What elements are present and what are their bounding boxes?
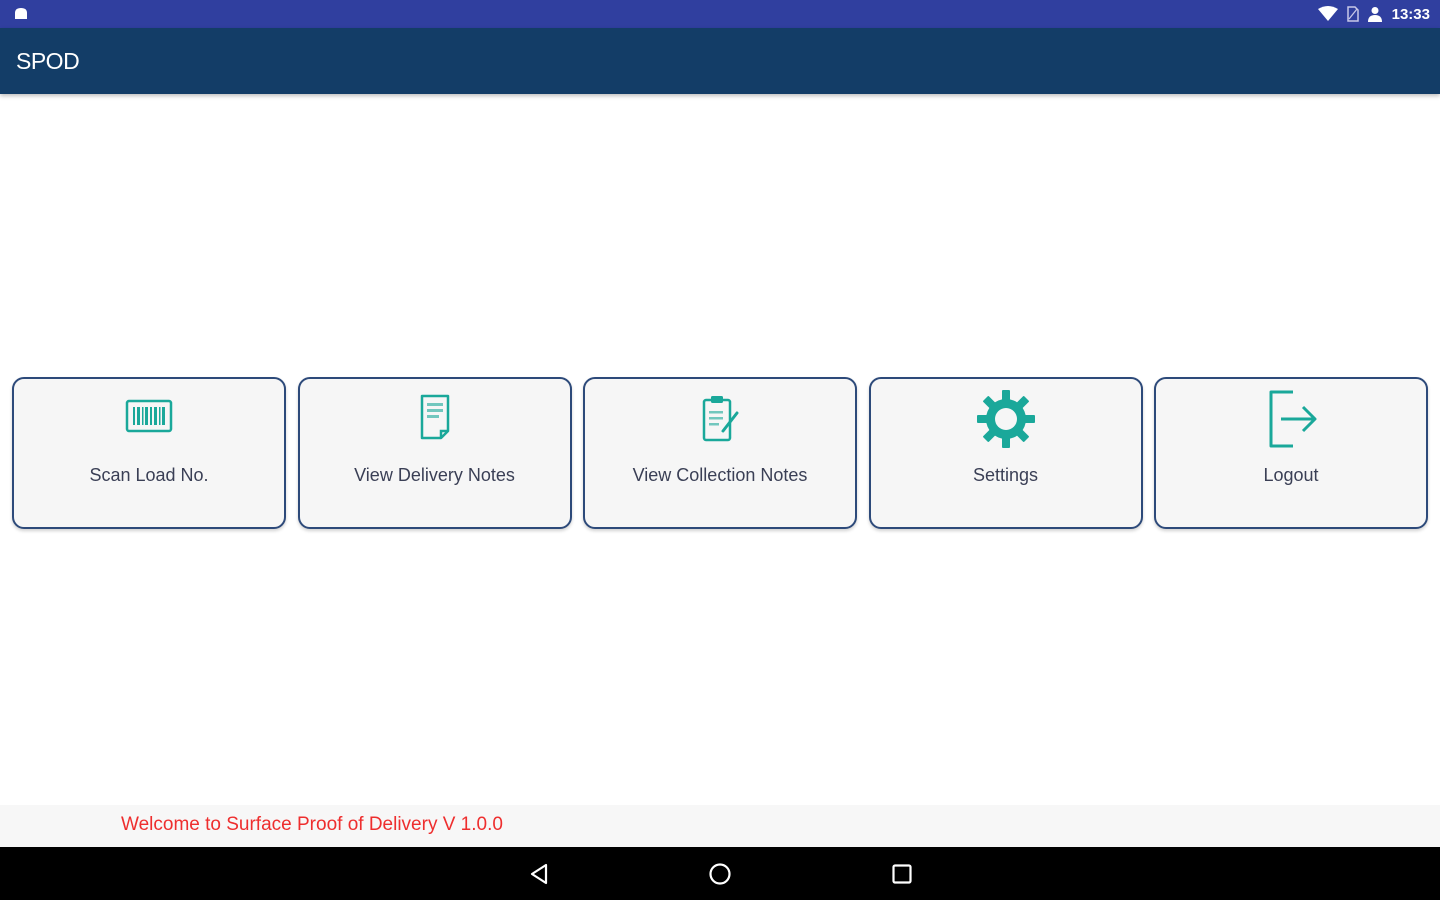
main-menu: Scan Load No. View Delivery Notes View C… (12, 377, 1428, 533)
home-icon[interactable] (706, 860, 734, 888)
logout-button[interactable]: Logout (1154, 377, 1428, 529)
document-icon (420, 394, 449, 440)
status-time: 13:33 (1391, 5, 1430, 23)
view-collection-notes-button[interactable]: View Collection Notes (583, 377, 857, 529)
app-bar: SPOD (0, 28, 1440, 94)
recents-icon[interactable] (888, 860, 916, 888)
android-notification-icon (15, 8, 27, 19)
app-title: SPOD (16, 48, 80, 74)
navigation-bar (0, 847, 1440, 900)
view-delivery-notes-label: View Delivery Notes (354, 465, 515, 485)
barcode-icon (125, 399, 173, 433)
clipboard-edit-icon (702, 396, 739, 442)
status-bar: 13:33 (0, 0, 1440, 28)
no-sim-icon (1346, 6, 1359, 22)
footer: Welcome to Surface Proof of Delivery V 1… (0, 805, 1440, 847)
view-collection-notes-label: View Collection Notes (632, 465, 808, 485)
settings-label: Settings (972, 465, 1039, 485)
wifi-icon (1317, 6, 1338, 21)
back-icon[interactable] (525, 860, 553, 888)
logout-icon (1269, 390, 1317, 448)
scan-load-button[interactable]: Scan Load No. (12, 377, 286, 529)
logout-label: Logout (1263, 465, 1319, 485)
view-delivery-notes-button[interactable]: View Delivery Notes (297, 377, 572, 529)
gear-icon (976, 390, 1035, 448)
settings-button[interactable]: Settings (868, 377, 1143, 529)
scan-load-label: Scan Load No. (89, 465, 209, 485)
welcome-message: Welcome to Surface Proof of Delivery V 1… (121, 814, 503, 835)
status-icons: 13:33 (1317, 4, 1430, 24)
user-icon (1367, 7, 1382, 22)
